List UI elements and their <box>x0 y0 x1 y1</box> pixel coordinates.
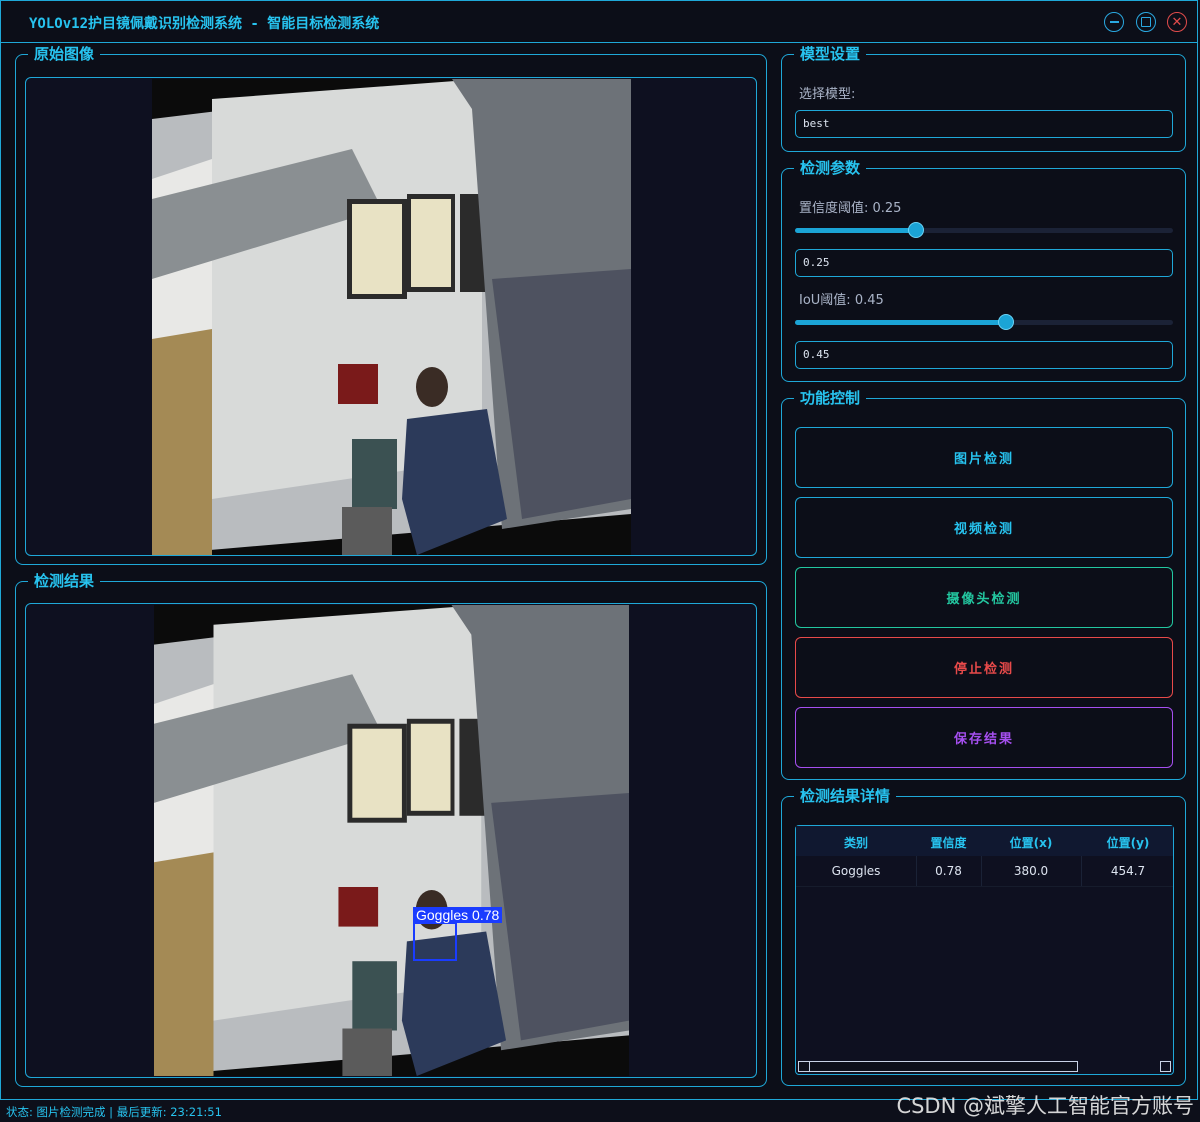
window-title: YOLOv12护目镜佩戴识别检测系统 - 智能目标检测系统 <box>29 16 380 32</box>
cell-x: 380.0 <box>1013 864 1049 878</box>
result-image-frame: Goggles 0.78 <box>25 603 757 1078</box>
status-bar: 状态: 图片检测完成 | 最后更新: 23:21:51 CSDN @斌擎人工智能… <box>0 1094 1200 1122</box>
cell-divider <box>916 856 917 886</box>
watermark: CSDN @斌擎人工智能官方账号 <box>896 1094 1194 1118</box>
confidence-slider-handle[interactable] <box>907 222 924 238</box>
close-button[interactable]: ✕ <box>1167 12 1187 32</box>
horizontal-scrollbar[interactable] <box>798 1061 1078 1072</box>
cell-class: Goggles <box>831 864 881 878</box>
minimize-button[interactable] <box>1104 12 1124 32</box>
iou-input[interactable]: 0.45 <box>795 341 1173 369</box>
model-settings-group: 模型设置 选择模型: best <box>781 45 1186 152</box>
confidence-slider-fill <box>795 228 916 233</box>
column-header-class[interactable]: 类别 <box>796 834 916 851</box>
function-control-group: 功能控制 图片检测 视频检测 摄像头检测 停止检测 保存结果 <box>781 389 1186 780</box>
detection-box <box>413 922 457 961</box>
cell-divider <box>981 856 982 886</box>
confidence-slider[interactable] <box>795 222 1173 238</box>
detection-details-group: 检测结果详情 类别 置信度 位置(x) 位置(y) Goggles 0.78 3… <box>781 787 1186 1086</box>
detection-result-title: 检测结果 <box>28 572 101 590</box>
original-image-group: 原始图像 <box>15 45 767 565</box>
maximize-button[interactable] <box>1136 12 1156 32</box>
function-control-title: 功能控制 <box>794 389 867 407</box>
result-scene-image <box>154 605 629 1076</box>
title-bar: YOLOv12护目镜佩戴识别检测系统 - 智能目标检测系统 ✕ <box>1 1 1197 43</box>
iou-slider-fill <box>795 320 1006 325</box>
select-model-label: 选择模型: <box>799 87 856 102</box>
maximize-icon <box>1141 17 1151 27</box>
column-header-y[interactable]: 位置(y) <box>1081 834 1175 851</box>
detection-params-title: 检测参数 <box>794 159 867 177</box>
original-scene-image <box>152 79 631 555</box>
results-table: 类别 置信度 位置(x) 位置(y) Goggles 0.78 380.0 45… <box>795 825 1174 1075</box>
scroll-corner <box>1160 1061 1171 1072</box>
detection-params-group: 检测参数 置信度阈值: 0.25 0.25 IoU阈值: 0.45 0.45 <box>781 159 1186 382</box>
camera-detect-button[interactable]: 摄像头检测 <box>795 567 1173 628</box>
iou-slider-handle[interactable] <box>997 314 1014 330</box>
iou-threshold-label: IoU阈值: 0.45 <box>799 293 884 308</box>
cell-divider <box>1081 856 1082 886</box>
minimize-icon <box>1109 21 1119 23</box>
column-header-x[interactable]: 位置(x) <box>981 834 1081 851</box>
iou-slider[interactable] <box>795 314 1173 330</box>
video-detect-button[interactable]: 视频检测 <box>795 497 1173 558</box>
table-header: 类别 置信度 位置(x) 位置(y) <box>796 826 1173 856</box>
detection-label: Goggles 0.78 <box>413 907 503 923</box>
stop-detect-button[interactable]: 停止检测 <box>795 637 1173 698</box>
confidence-threshold-label: 置信度阈值: 0.25 <box>799 201 902 216</box>
original-image-title: 原始图像 <box>28 45 101 63</box>
app-window: YOLOv12护目镜佩戴识别检测系统 - 智能目标检测系统 ✕ 原始图像 检测结… <box>0 0 1198 1100</box>
original-image-frame <box>25 77 757 556</box>
save-results-button[interactable]: 保存结果 <box>795 707 1173 768</box>
scroll-left-icon[interactable] <box>799 1062 810 1071</box>
result-photo: Goggles 0.78 <box>154 605 629 1076</box>
model-select[interactable]: best <box>795 110 1173 138</box>
column-header-confidence[interactable]: 置信度 <box>916 834 981 851</box>
detection-result-group: 检测结果 Goggles 0.78 <box>15 572 767 1087</box>
detection-details-title: 检测结果详情 <box>794 787 897 805</box>
original-photo <box>152 79 631 555</box>
table-row[interactable]: Goggles 0.78 380.0 454.7 <box>796 856 1173 887</box>
status-text: 状态: 图片检测完成 | 最后更新: 23:21:51 <box>6 1105 222 1119</box>
cell-confidence: 0.78 <box>935 864 962 878</box>
close-icon: ✕ <box>1171 14 1183 30</box>
cell-y: 454.7 <box>1110 864 1146 878</box>
image-detect-button[interactable]: 图片检测 <box>795 427 1173 488</box>
model-settings-title: 模型设置 <box>794 45 867 63</box>
confidence-input[interactable]: 0.25 <box>795 249 1173 277</box>
